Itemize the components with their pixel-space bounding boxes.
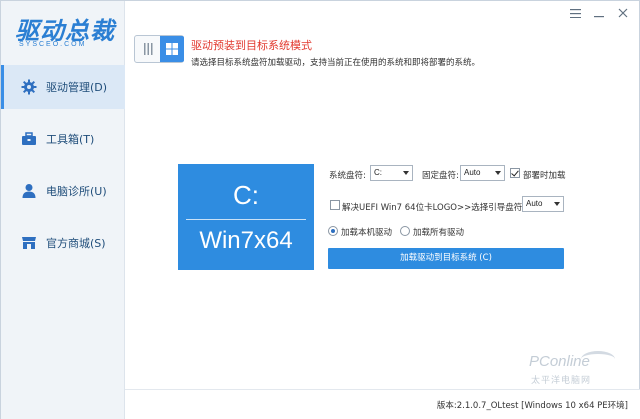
app-window: 驱动总裁 SYSCEO.COM 驱动管理(D) 工具箱(T) 电脑诊所(U) 官… bbox=[0, 0, 640, 419]
sidebar-nav: 驱动管理(D) 工具箱(T) 电脑诊所(U) 官方商城(S) bbox=[1, 65, 125, 273]
radio-load-all-label: 加载所有驱动 bbox=[413, 228, 465, 238]
menu-button[interactable] bbox=[567, 7, 583, 21]
toolbox-icon bbox=[21, 131, 37, 147]
drive-tile: C: Win7x64 bbox=[178, 164, 314, 270]
chevron-down-icon bbox=[403, 171, 409, 175]
gear-icon bbox=[21, 79, 37, 95]
fixed-drive-value: Auto bbox=[464, 168, 481, 177]
close-icon bbox=[618, 7, 628, 21]
system-drive-select[interactable]: C: bbox=[370, 165, 413, 181]
fixed-drive-select[interactable]: Auto bbox=[460, 165, 505, 181]
load-drivers-button[interactable]: 加载驱动到目标系统 (C) bbox=[328, 248, 564, 269]
sidebar-item-driver-manager[interactable]: 驱动管理(D) bbox=[1, 65, 125, 109]
chevron-down-icon bbox=[554, 202, 560, 206]
sidebar-item-label: 工具箱(T) bbox=[46, 133, 95, 146]
version-text: 版本:2.1.0.7_OLtest [Windows 10 x64 PE环境] bbox=[436, 401, 628, 411]
app-logo: 驱动总裁 SYSCEO.COM bbox=[9, 7, 119, 55]
system-drive-label: 系统盘符: bbox=[329, 171, 366, 181]
radio-load-local-label: 加载本机驱动 bbox=[341, 228, 393, 238]
mode-toggle[interactable] bbox=[134, 35, 184, 63]
uefi-fix-checkbox[interactable] bbox=[330, 200, 340, 210]
sidebar-item-pc-clinic[interactable]: 电脑诊所(U) bbox=[1, 169, 125, 213]
store-icon bbox=[21, 235, 37, 251]
system-drive-value: C: bbox=[374, 168, 382, 177]
sidebar-item-store[interactable]: 官方商城(S) bbox=[1, 221, 125, 265]
watermark-main: PConline bbox=[529, 353, 590, 370]
drive-os: Win7x64 bbox=[199, 227, 293, 254]
sidebar-item-label: 官方商城(S) bbox=[46, 237, 106, 250]
drive-divider bbox=[186, 219, 306, 220]
radio-load-all-drivers[interactable] bbox=[400, 226, 410, 236]
boot-drive-value: Auto bbox=[526, 199, 543, 208]
watermark: PConline 太平洋电脑网 bbox=[523, 351, 633, 387]
minimize-button[interactable] bbox=[591, 7, 607, 21]
sidebar-item-label: 驱动管理(D) bbox=[46, 81, 108, 94]
deploy-load-checkbox[interactable] bbox=[510, 168, 520, 178]
sidebar-item-label: 电脑诊所(U) bbox=[46, 185, 107, 198]
minimize-icon bbox=[594, 7, 604, 21]
logo-subtext: SYSCEO.COM bbox=[19, 41, 87, 48]
sidebar: 驱动总裁 SYSCEO.COM 驱动管理(D) 工具箱(T) 电脑诊所(U) 官… bbox=[1, 1, 125, 419]
watermark-sub: 太平洋电脑网 bbox=[531, 376, 592, 386]
radio-load-local-drivers[interactable] bbox=[328, 226, 338, 236]
page-description: 请选择目标系统盘符加载驱动，支持当前正在使用的系统和即将部署的系统。 bbox=[191, 58, 481, 68]
uefi-fix-label: 解决UEFI Win7 64位卡LOGO>>选择引导盘符: bbox=[342, 203, 526, 213]
menu-icon bbox=[569, 7, 581, 21]
user-icon bbox=[21, 183, 37, 199]
chevron-down-icon bbox=[495, 171, 501, 175]
status-bar: 版本:2.1.0.7_OLtest [Windows 10 x64 PE环境] bbox=[125, 389, 640, 419]
page-title: 驱动预装到目标系统模式 bbox=[191, 39, 312, 52]
close-button[interactable] bbox=[615, 7, 631, 21]
deploy-load-label: 部署时加载 bbox=[523, 171, 566, 181]
windows-logo-icon[interactable] bbox=[160, 36, 184, 62]
sidebar-item-toolbox[interactable]: 工具箱(T) bbox=[1, 117, 125, 161]
drive-letter: C: bbox=[233, 180, 259, 210]
boot-drive-select[interactable]: Auto bbox=[522, 196, 564, 212]
bars-icon[interactable] bbox=[135, 36, 160, 62]
fixed-drive-label: 固定盘符: bbox=[422, 171, 459, 181]
